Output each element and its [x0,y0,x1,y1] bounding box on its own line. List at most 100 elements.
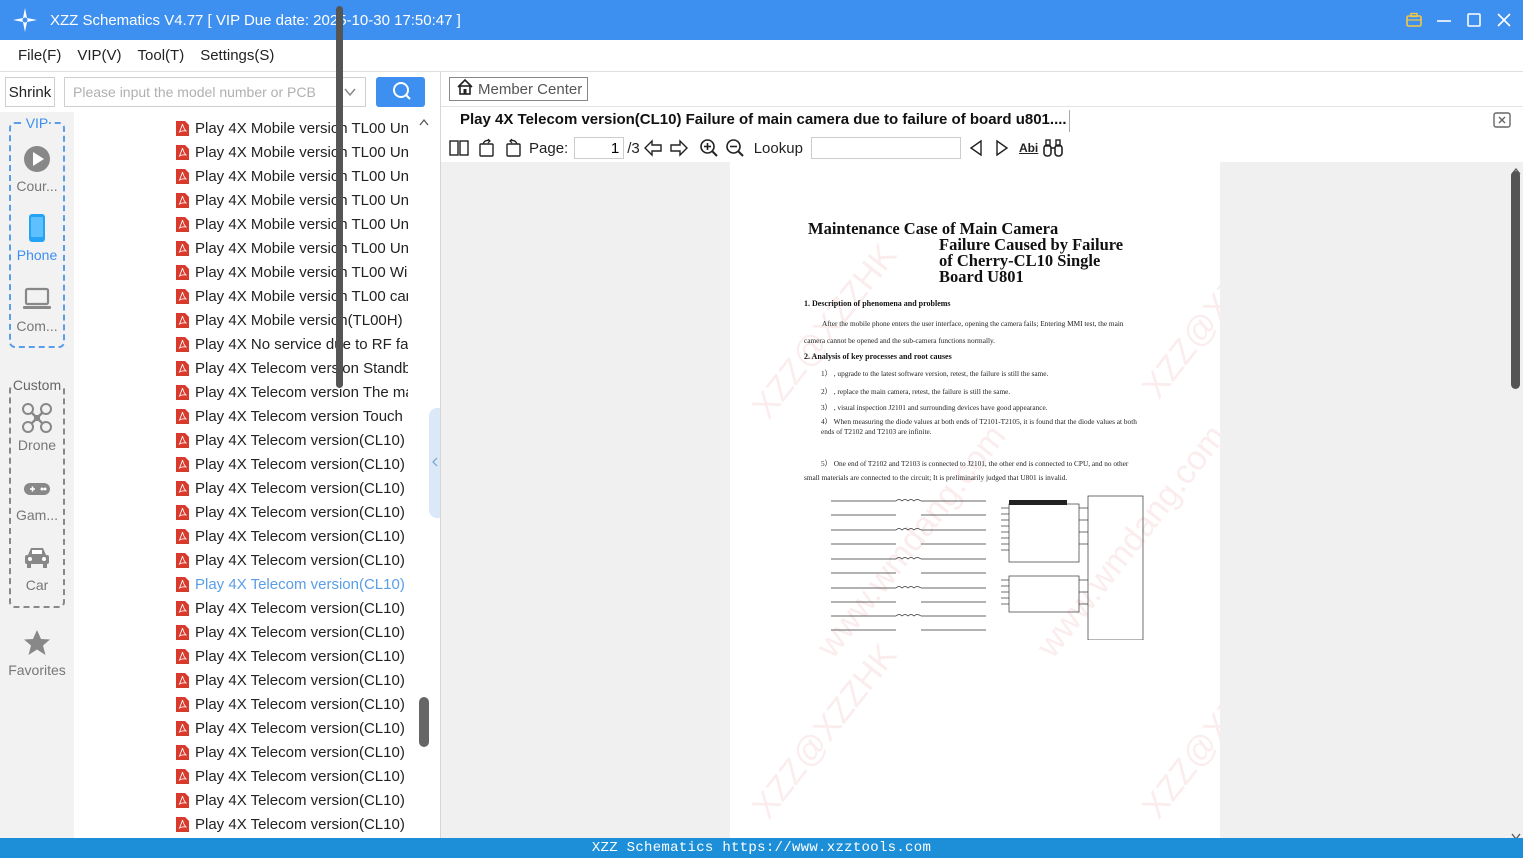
binoculars-icon[interactable] [1042,137,1064,159]
file-list-item[interactable]: Play 4X Telecom version(CL10) I [176,669,408,691]
category-computer[interactable]: Com... [0,284,74,334]
previous-page-icon[interactable] [642,137,664,159]
category-label: Com... [16,318,58,334]
file-list-scrollbar[interactable] [336,6,343,388]
menu-vip[interactable]: VIP(V) [77,47,121,64]
watermark: XZZ@XZZHK [1135,636,1220,826]
file-list-item[interactable]: Play 4X Telecom version(CL10) I [176,525,408,547]
file-list-item[interactable]: Play 4X Telecom version(CL10) I [176,693,408,715]
category-courses[interactable]: Cour... [0,144,74,194]
file-list-item[interactable]: Play 4X Mobile version TL00 car [176,285,408,307]
category-favorites[interactable]: Favorites [0,628,74,678]
file-list-item[interactable]: Play 4X Telecom version(CL10) I [176,501,408,523]
zoom-out-icon[interactable] [724,137,746,159]
file-list-item[interactable]: Play 4X Telecom version(CL10) S [176,765,408,787]
two-page-view-icon[interactable] [448,137,470,159]
category-label: Gam... [15,507,58,523]
scroll-up-arrow-icon[interactable] [1510,163,1522,181]
pdf-file-icon [176,240,189,256]
pdf-file-icon [176,672,189,688]
file-list-item[interactable]: Play 4X Telecom version Standb [176,357,408,379]
next-page-icon[interactable] [668,137,690,159]
file-name: Play 4X Telecom version(CL10) ( [195,479,408,497]
rotate-left-icon[interactable] [476,137,498,159]
file-list-item[interactable]: Play 4X Telecom version(CL10) ( [176,453,408,475]
minimize-button[interactable] [1435,11,1453,29]
search-box [64,77,366,107]
category-label: Car [25,577,49,593]
maximize-button[interactable] [1465,11,1483,29]
file-name: Play 4X Telecom version(CL10) I [195,695,408,713]
close-document-icon[interactable] [1493,112,1511,128]
find-previous-icon[interactable] [965,137,987,159]
pdf-file-icon [176,600,189,616]
member-center-button[interactable]: Member Center [449,77,588,101]
file-list-item[interactable]: Play 4X Telecom version(CL10) I [176,573,408,595]
menu-tool[interactable]: Tool(T) [138,47,185,64]
category-car[interactable]: Car [0,543,74,593]
file-list-item[interactable]: Play 4X Telecom version(CL10) I [176,549,408,571]
file-list-item[interactable]: Play 4X Mobile version TL00 Un [176,117,408,139]
file-list-item[interactable]: Play 4X Telecom version(CL10) I [176,717,408,739]
document-scrollbar[interactable] [1511,171,1520,389]
close-button[interactable] [1495,11,1513,29]
file-list: Play 4X Mobile version TL00 Un Play 4X Mo… [74,112,431,838]
category-label: Drone [17,437,57,453]
category-drone[interactable]: Drone [0,403,74,453]
category-label: Phone [16,247,58,263]
category-games[interactable]: Gam... [0,473,74,523]
menu-file[interactable]: File(F) [18,47,61,64]
file-name: Play 4X Telecom version(CL10) I [195,527,408,545]
status-bar: XZZ Schematics https://www.xzztools.com [0,838,1523,858]
file-list-item[interactable]: Play 4X Mobile version TL00 Un [176,237,408,259]
file-list-item[interactable]: Play 4X Mobile version TL00 Wi [176,261,408,283]
home-icon [456,78,474,100]
menu-settings[interactable]: Settings(S) [200,47,274,64]
file-list-item[interactable]: Play 4X Mobile version TL00 Un [176,141,408,163]
find-next-icon[interactable] [991,137,1013,159]
shrink-button[interactable]: Shrink [5,77,55,107]
file-name: Play 4X Telecom version(CL10) I [195,743,408,761]
file-list-item[interactable]: Play 4X Telecom version(CL10) T [176,813,408,835]
file-list-item[interactable]: Play 4X Telecom version Touch [176,405,408,427]
pdf-file-icon [176,624,189,640]
page-number-input[interactable] [574,137,625,159]
file-list-item[interactable]: Play 4X Telecom version(CL10) I [176,621,408,643]
file-name: Play 4X Telecom version Touch [195,407,403,425]
file-list-item[interactable]: Play 4X Telecom version(CL10) S [176,789,408,811]
file-list-item[interactable]: Play 4X Telecom version(CL10) I [176,597,408,619]
file-list-item[interactable]: Play 4X Mobile version TL00 Un [176,213,408,235]
category-phone[interactable]: Phone [0,213,74,263]
scroll-up-arrow-icon[interactable] [418,114,430,132]
file-name: Play 4X No service due to RF fai [195,335,408,353]
menu-bar: File(F) VIP(V) Tool(T) Settings(S) [0,40,1523,72]
category-sidebar: VIP Custom Cour... Phone Com... Drone Ga… [0,112,74,838]
pdf-file-icon [176,576,189,592]
panel-scrollbar[interactable] [419,697,429,747]
file-list-item[interactable]: Play 4X Telecom version(CL10) ( [176,477,408,499]
file-list-item[interactable]: Play 4X No service due to RF fai [176,333,408,355]
file-list-item[interactable]: Play 4X Mobile version TL00 Un [176,189,408,211]
file-list-item[interactable]: Play 4X Telecom version(CL10) I [176,429,408,451]
file-list-item[interactable]: Play 4X Mobile version(TL00H) I [176,309,408,331]
document-tab[interactable]: Play 4X Telecom version(CL10) Failure of… [460,111,1067,128]
match-case-toggle[interactable]: Abi [1019,141,1038,155]
category-label: Cour... [16,178,58,194]
search-button[interactable] [376,77,425,107]
file-name: Play 4X Telecom version The ma [195,383,408,401]
search-input[interactable] [65,84,333,100]
pdf-file-icon [176,384,189,400]
file-list-item[interactable]: Play 4X Telecom version(CL10) I [176,645,408,667]
step-item: 2） , replace the main camera, retest, th… [821,387,1011,396]
zoom-in-icon[interactable] [698,137,720,159]
chevron-down-icon[interactable] [343,85,357,104]
lookup-input[interactable] [810,137,961,159]
file-list-item[interactable]: Play 4X Telecom version(CL10) I [176,741,408,763]
rotate-right-icon[interactable] [502,137,524,159]
file-name: Play 4X Mobile version TL00 Un [195,167,408,185]
file-list-item[interactable]: Play 4X Mobile version TL00 Un [176,165,408,187]
vip-briefcase-icon[interactable] [1405,11,1423,29]
phone-icon [22,213,52,243]
file-name: Play 4X Telecom version(CL10) I [195,551,408,569]
file-list-item[interactable]: Play 4X Telecom version The ma [176,381,408,403]
